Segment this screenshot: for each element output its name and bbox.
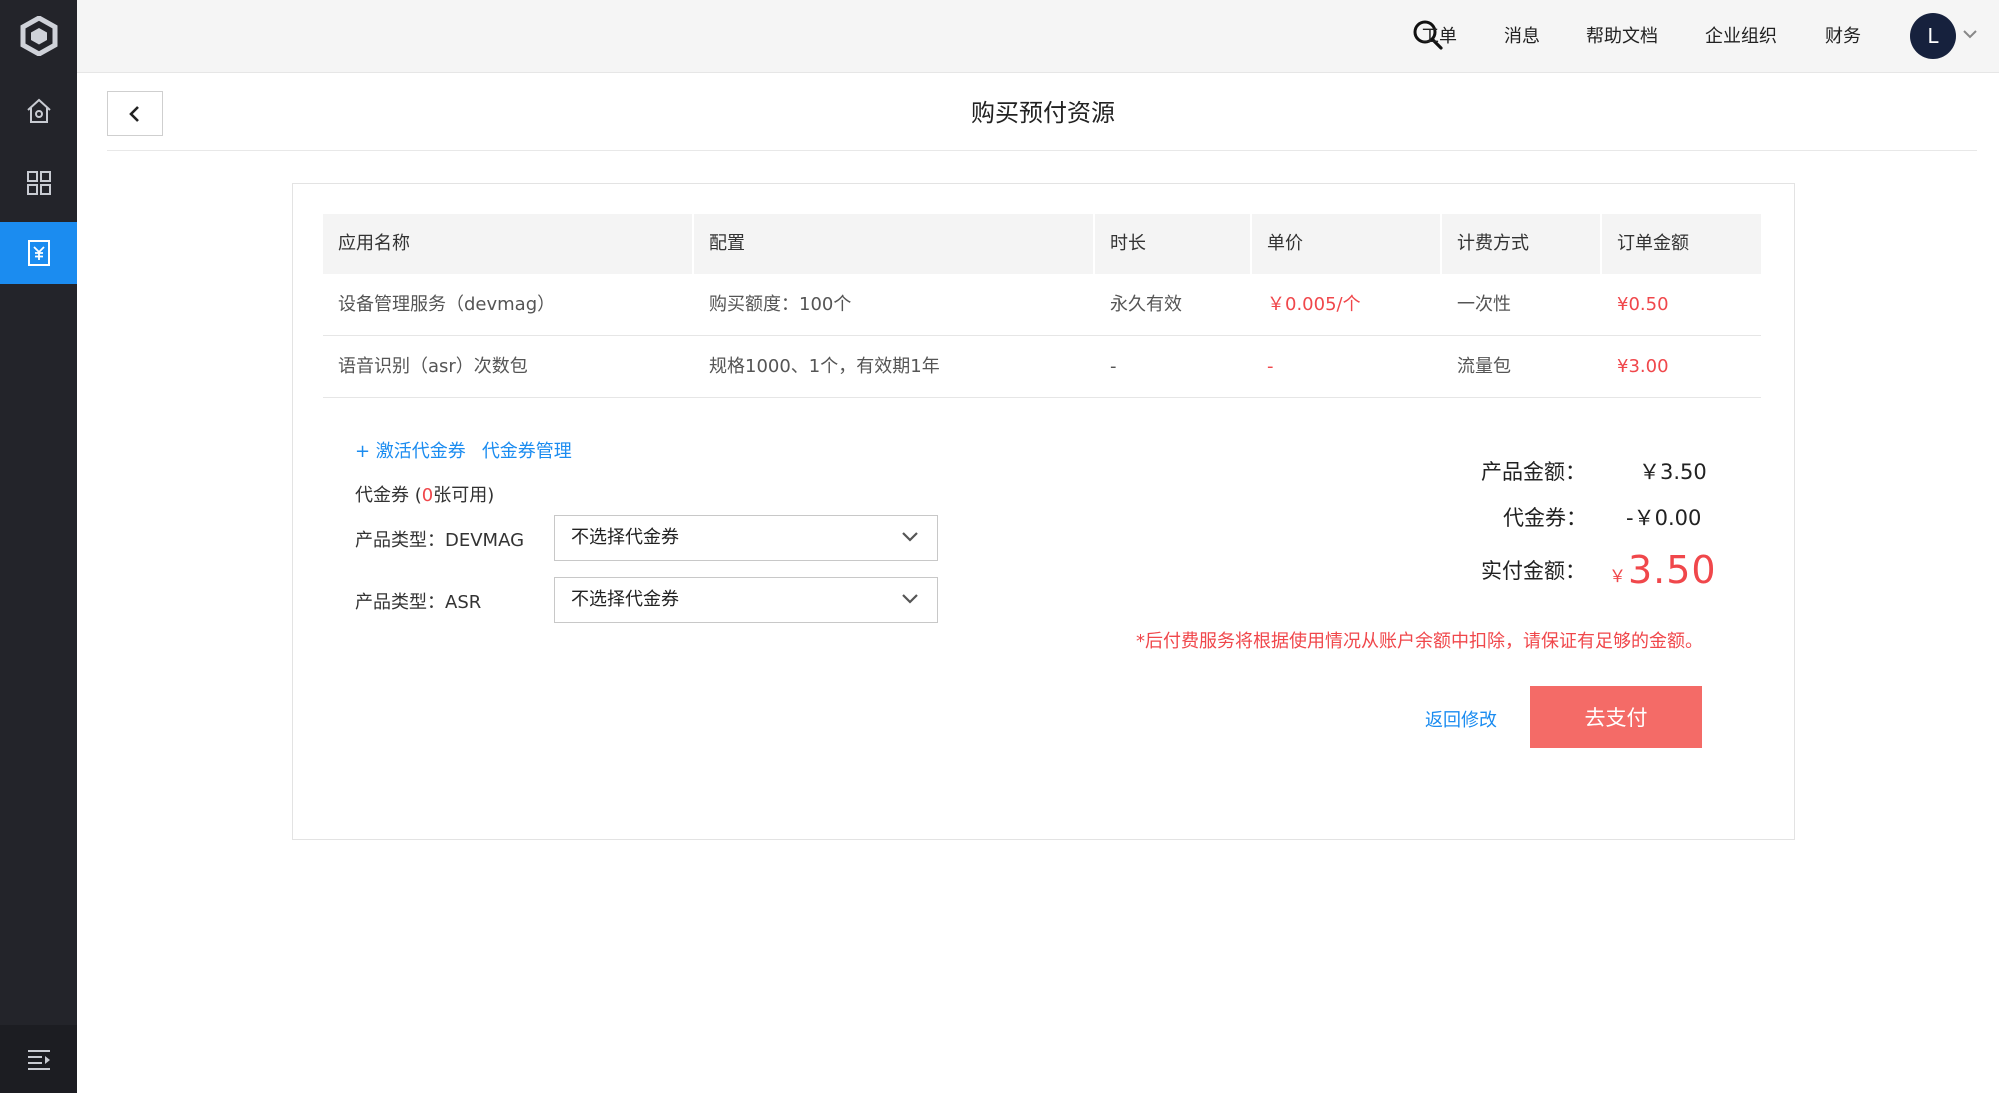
voucher-product-label: 产品类型：DEVMAG bbox=[355, 530, 525, 551]
chevron-down-icon bbox=[902, 532, 918, 542]
select-value: 不选择代金券 bbox=[571, 527, 679, 548]
column-header: 时长 bbox=[1095, 214, 1252, 274]
voucher-available-count: 0 bbox=[421, 485, 434, 506]
nav-finance[interactable]: 财务 bbox=[1825, 0, 1861, 73]
sidebar-collapse-button[interactable] bbox=[0, 1025, 77, 1093]
bill-icon bbox=[27, 240, 50, 266]
header-divider bbox=[107, 150, 1977, 151]
paid-currency: ￥ bbox=[1609, 567, 1626, 587]
grid-icon bbox=[26, 171, 51, 195]
sidebar-item-finance[interactable] bbox=[0, 222, 77, 284]
order-card: 应用名称 配置 时长 单价 计费方式 订单金额 设备管理服务（devmag） 购… bbox=[292, 183, 1795, 840]
back-button[interactable] bbox=[107, 91, 163, 136]
table-cell: 购买额度：100个 bbox=[709, 294, 852, 315]
voucher-count-prefix: 代金券 ( bbox=[355, 485, 422, 506]
table-cell: - bbox=[1267, 356, 1274, 377]
pay-button[interactable]: 去支付 bbox=[1530, 686, 1702, 748]
voucher-links: + 激活代金券 代金券管理 bbox=[355, 437, 572, 463]
table-cell: ￥0.005/个 bbox=[1267, 294, 1361, 315]
paid-amount-label: 实付金额： bbox=[1481, 559, 1586, 583]
paid-amount-value: 3.50 bbox=[1628, 548, 1717, 592]
sidebar-item-home[interactable] bbox=[0, 80, 77, 142]
order-table: 应用名称 配置 时长 单价 计费方式 订单金额 设备管理服务（devmag） 购… bbox=[323, 214, 1761, 398]
voucher-product-label: 产品类型：ASR bbox=[355, 592, 482, 613]
product-amount-label: 产品金额： bbox=[1481, 460, 1586, 484]
voucher-select-asr[interactable]: 不选择代金券 bbox=[554, 577, 938, 623]
nav-organization[interactable]: 企业组织 bbox=[1705, 0, 1777, 73]
table-cell: 设备管理服务（devmag） bbox=[338, 294, 556, 315]
product-amount-value: ￥3.50 bbox=[1639, 460, 1707, 484]
manage-voucher-link[interactable]: 代金券管理 bbox=[482, 441, 572, 462]
payment-notice: *后付费服务将根据使用情况从账户余额中扣除，请保证有足够的金额。 bbox=[1136, 631, 1703, 652]
table-cell: ¥3.00 bbox=[1617, 356, 1669, 377]
voucher-amount-label: 代金券： bbox=[1503, 506, 1587, 530]
sidebar-item-apps[interactable] bbox=[0, 152, 77, 214]
voucher-count: 代金券 (0张可用) bbox=[355, 481, 494, 507]
back-edit-link[interactable]: 返回修改 bbox=[1425, 706, 1497, 732]
chevron-down-icon bbox=[902, 594, 918, 604]
table-header: 应用名称 配置 时长 单价 计费方式 订单金额 bbox=[323, 214, 1761, 274]
chevron-down-icon[interactable] bbox=[1962, 26, 1978, 42]
avatar[interactable]: L bbox=[1910, 13, 1956, 59]
activate-voucher-link[interactable]: + 激活代金券 bbox=[355, 441, 466, 462]
table-row: 设备管理服务（devmag） 购买额度：100个 永久有效 ￥0.005/个 一… bbox=[323, 274, 1761, 336]
nav-help-docs[interactable]: 帮助文档 bbox=[1586, 0, 1658, 73]
sidebar bbox=[0, 0, 77, 1093]
table-row: 语音识别（asr）次数包 规格1000、1个，有效期1年 - - 流量包 ¥3.… bbox=[323, 336, 1761, 398]
table-cell: ¥0.50 bbox=[1617, 294, 1669, 315]
logo-icon[interactable] bbox=[0, 0, 77, 72]
column-header: 单价 bbox=[1252, 214, 1442, 274]
nav-messages[interactable]: 消息 bbox=[1504, 0, 1540, 73]
table-cell: 永久有效 bbox=[1110, 294, 1182, 315]
table-cell: 一次性 bbox=[1457, 294, 1511, 315]
nav-tickets[interactable]: 工单 bbox=[1421, 0, 1457, 73]
menu-collapse-icon bbox=[27, 1050, 50, 1070]
home-icon bbox=[26, 98, 51, 123]
column-header: 订单金额 bbox=[1617, 233, 1689, 254]
table-cell: 语音识别（asr）次数包 bbox=[338, 356, 528, 377]
table-cell: - bbox=[1110, 356, 1117, 377]
voucher-select-devmag[interactable]: 不选择代金券 bbox=[554, 515, 938, 561]
page-title: 购买预付资源 bbox=[971, 99, 1115, 127]
chevron-left-icon bbox=[129, 105, 139, 122]
column-header: 配置 bbox=[694, 214, 1095, 274]
column-header: 应用名称 bbox=[323, 214, 694, 274]
select-value: 不选择代金券 bbox=[571, 589, 679, 610]
table-cell: 规格1000、1个，有效期1年 bbox=[709, 356, 940, 377]
table-cell: 流量包 bbox=[1457, 356, 1511, 377]
voucher-count-suffix: 张可用) bbox=[433, 485, 495, 506]
column-header: 计费方式 bbox=[1442, 214, 1602, 274]
top-header: 工单 消息 帮助文档 企业组织 财务 bbox=[77, 0, 1999, 73]
voucher-amount-value: -￥0.00 bbox=[1626, 506, 1702, 530]
